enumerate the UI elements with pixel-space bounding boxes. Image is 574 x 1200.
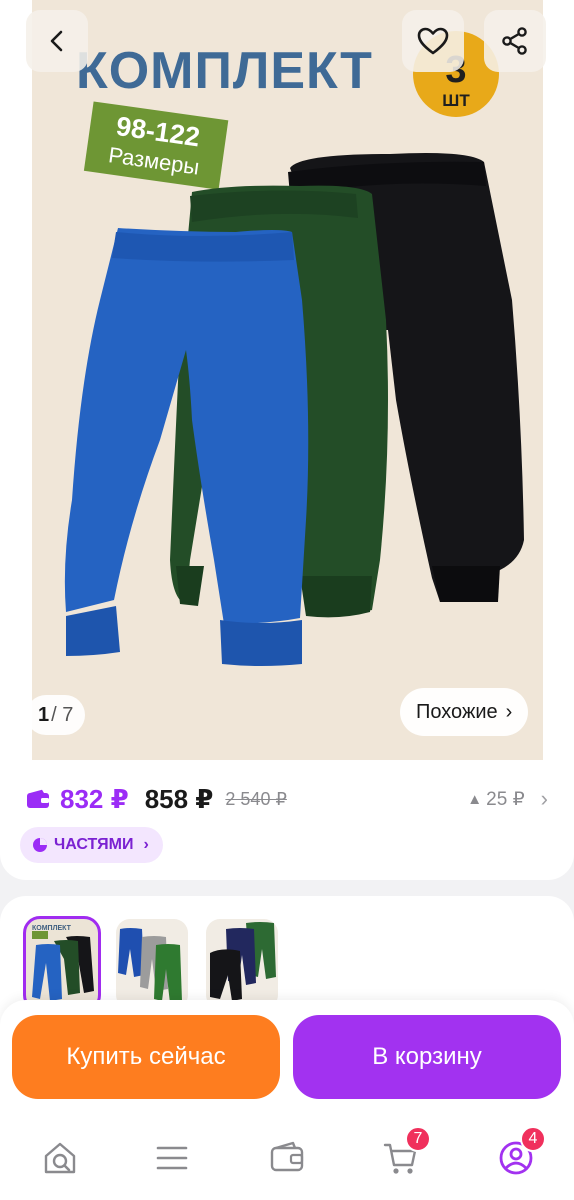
variant-thumbnail[interactable] xyxy=(206,919,278,1009)
buy-now-button[interactable]: Купить сейчас xyxy=(12,1015,280,1099)
add-to-cart-button[interactable]: В корзину xyxy=(293,1015,561,1099)
price-history-button[interactable]: ▲ 25 ₽ › xyxy=(467,786,548,812)
variant-photo-3 xyxy=(210,922,276,1001)
chevron-right-icon: › xyxy=(505,700,513,723)
price-change-value: 25 ₽ xyxy=(486,788,525,810)
chevron-left-icon xyxy=(50,30,63,52)
thumbnail-title: КОМПЛЕКТ xyxy=(32,925,71,932)
wallet-price: 832 ₽ xyxy=(60,783,129,814)
similar-products-button[interactable]: Похожие › xyxy=(400,688,529,736)
nav-home[interactable] xyxy=(36,1134,84,1182)
main-price: 858 ₽ xyxy=(144,783,214,814)
share-icon xyxy=(502,27,527,55)
nav-cart[interactable]: 7 xyxy=(377,1126,431,1182)
image-counter-total: / 7 xyxy=(51,703,74,726)
price-row: 832 ₽ 858 ₽ 2 540 ₽ ▲ 25 ₽ › xyxy=(26,782,548,816)
bottom-navigation: 7 4 xyxy=(0,1112,574,1200)
home-search-icon xyxy=(44,1142,76,1174)
catalog-menu-icon xyxy=(156,1146,188,1170)
back-button[interactable] xyxy=(26,10,88,72)
product-photo: КОМПЛЕКТ 3 ШТ 98-122 Размеры xyxy=(64,31,524,666)
nav-catalog[interactable] xyxy=(148,1134,196,1182)
product-image-gallery[interactable]: КОМПЛЕКТ 3 ШТ 98-122 Размеры xyxy=(0,0,574,760)
chevron-right-icon: › xyxy=(540,786,548,811)
favorite-button[interactable] xyxy=(402,10,464,72)
wallet-icon xyxy=(270,1141,304,1172)
chevron-right-icon: › xyxy=(143,836,149,853)
installments-button[interactable]: ЧАСТЯМИ › xyxy=(20,827,163,863)
nav-profile[interactable]: 4 xyxy=(492,1126,546,1182)
cart-count-badge: 7 xyxy=(405,1126,431,1152)
price-card: 832 ₽ 858 ₽ 2 540 ₽ ▲ 25 ₽ › ЧАСТЯМИ › xyxy=(0,760,574,880)
variant-photo-2 xyxy=(118,928,182,1003)
installments-label: ЧАСТЯМИ xyxy=(54,836,134,853)
variant-thumbnail-selected[interactable]: КОМПЛЕКТ xyxy=(23,916,101,1012)
similar-products-label: Похожие xyxy=(416,700,498,723)
quantity-unit: ШТ xyxy=(442,91,470,110)
variant-thumbnail[interactable] xyxy=(116,919,188,1009)
price-up-arrow-icon: ▲ xyxy=(467,790,483,808)
profile-notification-badge: 4 xyxy=(520,1126,546,1152)
old-price: 2 540 ₽ xyxy=(225,788,287,809)
size-label-group: 98-122 Размеры xyxy=(83,101,229,190)
banner-title: КОМПЛЕКТ xyxy=(76,42,373,100)
image-counter-current: 1 xyxy=(38,703,50,726)
variant-photo-1 xyxy=(26,919,98,1009)
wallet-icon xyxy=(27,789,49,808)
pie-chart-icon xyxy=(33,838,47,852)
share-button[interactable] xyxy=(484,10,546,72)
image-counter: 1 / 7 xyxy=(26,695,86,735)
purchase-action-bar: Купить сейчас В корзину xyxy=(0,1000,574,1112)
heart-icon xyxy=(417,27,449,55)
nav-wallet[interactable] xyxy=(263,1134,311,1182)
